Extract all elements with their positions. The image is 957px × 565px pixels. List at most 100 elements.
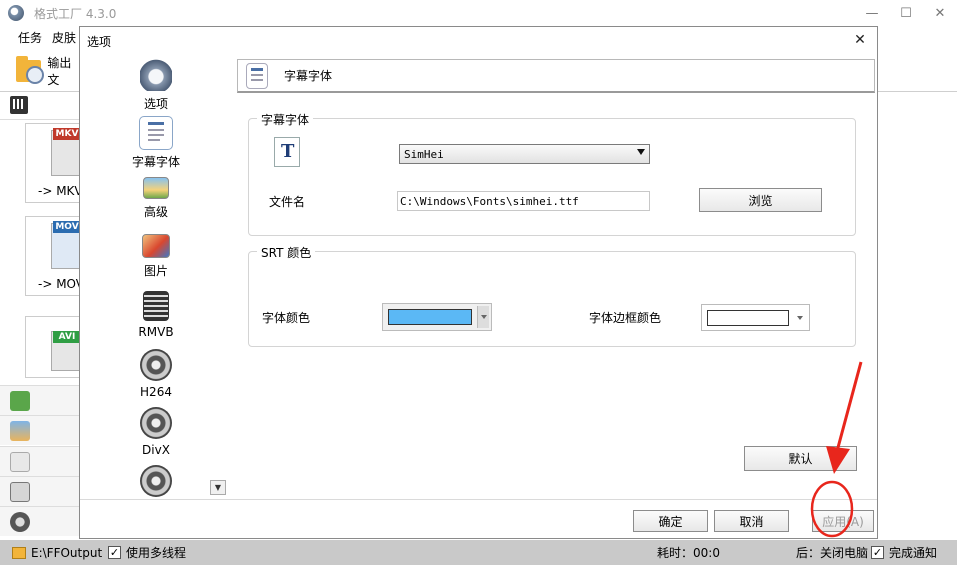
dialog-footer-divider	[80, 499, 877, 500]
minimize-icon[interactable]: —	[855, 0, 889, 26]
notify-label: 完成通知	[889, 546, 938, 560]
nav-item-rmvb[interactable]: RMVB	[126, 291, 186, 339]
convert-avi-tile[interactable]: AVI	[25, 316, 91, 378]
nav-label: 字幕字体	[131, 155, 180, 169]
options-icon	[140, 59, 172, 91]
nav-item-picture[interactable]: 图片	[126, 234, 186, 279]
subtitle-font-group: 字幕字体 SimHei 文件名 C:\Windows\Fonts\simhei.…	[248, 111, 856, 236]
category-disc[interactable]	[0, 476, 80, 506]
elapsed-time: 耗时：00:0	[657, 544, 720, 561]
dialog-close-icon[interactable]: ✕	[851, 31, 869, 49]
film-reel-icon	[140, 349, 172, 381]
font-color-label: 字体颜色	[262, 311, 311, 325]
video-tab-icon[interactable]	[10, 96, 28, 114]
default-button[interactable]: 默认	[744, 446, 857, 471]
elapsed-time-text: 耗时：00:0	[657, 546, 720, 560]
multithread-checkbox[interactable]: ✓	[108, 546, 121, 559]
convert-mov-label: -> MOV	[38, 277, 84, 291]
group-title: SRT 颜色	[257, 244, 316, 261]
category-audio[interactable]	[0, 385, 80, 415]
options-dialog: 选项 ✕ 选项 字幕字体 高级 图片 RMVB H264 DivX ▼ 字幕字体…	[79, 26, 878, 539]
chevron-down-icon	[637, 149, 645, 155]
nav-item-more[interactable]	[126, 465, 186, 497]
output-path-text: E:\FFOutput	[31, 545, 103, 560]
nav-item-h264[interactable]: H264	[126, 349, 186, 399]
notify-option[interactable]: ✓ 完成通知	[871, 544, 937, 561]
app-toolbar: 输出文	[0, 54, 80, 88]
category-tools[interactable]	[0, 506, 80, 536]
film-reel-icon	[140, 407, 172, 439]
category-document[interactable]	[0, 446, 80, 476]
after-done-label: 后：关闭电脑	[796, 546, 869, 560]
dialog-title: 选项	[87, 34, 112, 49]
font-color-picker[interactable]	[382, 303, 492, 331]
nav-item-options[interactable]: 选项	[126, 59, 186, 112]
nav-label: 高级	[143, 205, 168, 219]
font-select-value: SimHei	[404, 147, 444, 161]
close-icon[interactable]: ✕	[923, 0, 957, 26]
convert-mkv-tile[interactable]: MKV -> MKV	[25, 123, 91, 203]
border-color-picker[interactable]	[701, 304, 810, 331]
conversion-panel: MKV -> MKV MOV -> MOV AVI	[0, 120, 91, 537]
file-name-label: 文件名	[269, 195, 306, 209]
rmvb-icon	[143, 291, 169, 321]
apply-button[interactable]: 应用(A)	[812, 510, 874, 532]
app-title: 格式工厂 4.3.0	[34, 6, 117, 21]
convert-mkv-label: -> MKV	[38, 184, 83, 198]
multithread-label: 使用多线程	[126, 546, 187, 560]
border-color-swatch	[707, 310, 789, 326]
picture-icon	[10, 420, 30, 441]
font-icon	[274, 137, 300, 167]
page-title: 字幕字体	[284, 69, 333, 83]
border-color-label: 字体边框颜色	[589, 311, 662, 325]
convert-mov-tile[interactable]: MOV -> MOV	[25, 216, 91, 296]
subtitle-font-icon	[246, 62, 268, 89]
group-title: 字幕字体	[257, 111, 314, 128]
category-picture[interactable]	[0, 415, 80, 445]
film-reel-icon	[140, 465, 172, 497]
font-file-path-field[interactable]: C:\Windows\Fonts\simhei.ttf	[397, 191, 650, 211]
menu-skin[interactable]: 皮肤	[52, 29, 76, 46]
advanced-icon	[143, 177, 169, 199]
app-menubar: 任务 皮肤	[0, 26, 80, 48]
menu-task[interactable]: 任务	[18, 29, 42, 46]
nav-item-divx[interactable]: DivX	[126, 407, 186, 457]
output-folder-label[interactable]: 输出文	[47, 54, 80, 88]
after-done-option[interactable]: 后：关闭电脑	[796, 544, 868, 561]
multithread-option[interactable]: ✓ 使用多线程	[108, 544, 186, 561]
film-reel-icon	[10, 511, 30, 532]
subtitle-font-icon	[139, 116, 173, 150]
format-factory-logo-icon	[8, 5, 24, 21]
dialog-titlebar: 选项 ✕	[80, 27, 877, 55]
chevron-down-icon	[477, 306, 489, 328]
document-icon	[10, 451, 30, 472]
nav-label: DivX	[142, 443, 170, 457]
cancel-button[interactable]: 取消	[714, 510, 789, 532]
nav-label: 图片	[143, 264, 168, 278]
output-folder-icon[interactable]	[16, 56, 45, 84]
app-titlebar: 格式工厂 4.3.0 — ☐ ✕	[0, 0, 957, 26]
nav-scroll-down-button[interactable]: ▼	[210, 480, 226, 495]
folder-icon	[12, 546, 26, 559]
picture-icon	[142, 234, 170, 258]
music-icon	[10, 390, 30, 411]
window-controls: — ☐ ✕	[855, 0, 957, 26]
mov-badge: MOV	[53, 221, 81, 233]
nav-item-advanced[interactable]: 高级	[126, 177, 186, 220]
browse-button[interactable]: 浏览	[699, 188, 822, 212]
maximize-icon[interactable]: ☐	[889, 0, 923, 26]
notify-checkbox[interactable]: ✓	[871, 546, 884, 559]
font-file-path-value: C:\Windows\Fonts\simhei.ttf	[400, 194, 579, 208]
ok-button[interactable]: 确定	[633, 510, 708, 532]
mkv-badge: MKV	[53, 128, 81, 140]
disc-drive-icon	[10, 481, 30, 502]
app-tabstrip	[0, 92, 80, 120]
nav-label: H264	[140, 385, 172, 399]
nav-item-subtitle-font[interactable]: 字幕字体	[126, 116, 186, 170]
font-color-swatch	[388, 309, 472, 325]
status-bar: E:\FFOutput ✓ 使用多线程 耗时：00:0 后：关闭电脑 ✓ 完成通…	[0, 540, 957, 565]
output-path[interactable]: E:\FFOutput	[12, 546, 102, 560]
srt-color-group: SRT 颜色 字体颜色 字体边框颜色	[248, 244, 856, 347]
page-header: 字幕字体	[237, 59, 875, 93]
font-select[interactable]: SimHei	[399, 144, 650, 164]
